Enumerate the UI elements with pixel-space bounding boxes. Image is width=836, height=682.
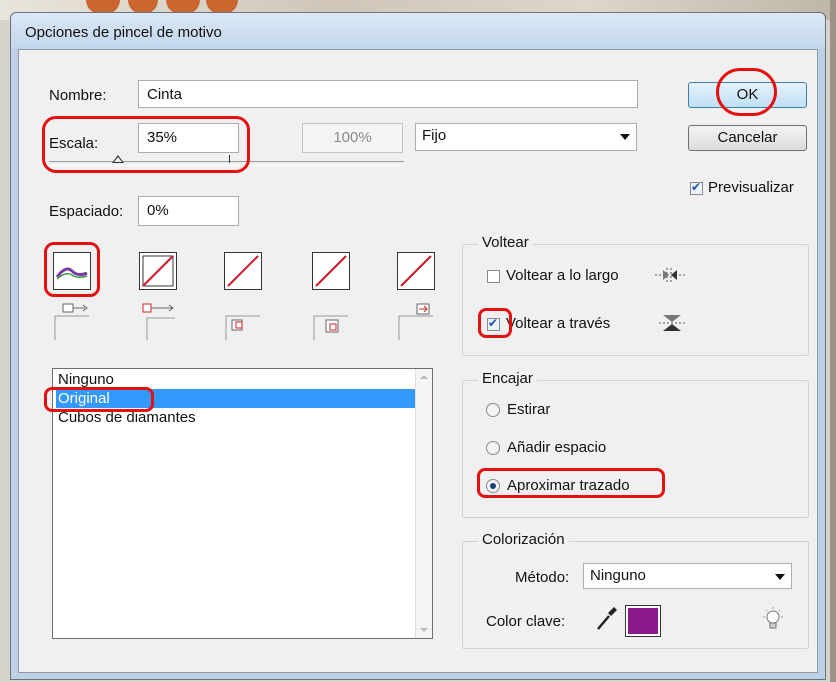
no-tile-icon [227, 255, 259, 287]
dialog-title: Opciones de pincel de motivo [25, 24, 222, 41]
scale-max-input: 100% [302, 123, 403, 153]
chevron-down-icon [620, 134, 630, 140]
no-tile-icon [142, 255, 174, 287]
scroll-down-icon[interactable] [420, 628, 428, 632]
fit-legend: Encajar [478, 370, 537, 387]
preview-label: Previsualizar [708, 179, 794, 196]
fit-add-space-radio[interactable] [486, 441, 500, 455]
ok-button-label: OK [736, 86, 759, 103]
flip-legend: Voltear [478, 234, 533, 251]
lightbulb-icon[interactable] [761, 607, 785, 635]
fit-approximate-radio[interactable] [486, 479, 500, 493]
pattern-brush-options-dialog: Opciones de pincel de motivo Nombre: Cin… [10, 12, 826, 680]
scale-slider-thumb-inner [114, 157, 122, 162]
tile-end[interactable] [397, 252, 435, 290]
colorization-legend: Colorización [478, 531, 569, 548]
scale-mode-value: Fijo [422, 127, 447, 144]
outer-corner-diagram-icon [142, 303, 175, 340]
side-tile-diagram-icon [54, 303, 89, 340]
inner-corner-diagram-icon [225, 315, 260, 340]
fit-add-space-label: Añadir espacio [507, 439, 607, 456]
eyedropper-icon[interactable] [595, 604, 619, 632]
list-item[interactable]: Cubos de diamantes [56, 408, 196, 427]
name-input-value: Cinta [147, 86, 183, 103]
flip-group [462, 244, 809, 356]
key-color-fill [628, 608, 658, 634]
no-tile-icon [400, 255, 432, 287]
method-select[interactable]: Ninguno [583, 563, 792, 589]
start-tile-diagram-icon [313, 315, 348, 340]
scale-label: Escala: [49, 135, 99, 152]
flip-along-checkbox[interactable] [487, 270, 500, 283]
end-tile-diagram-icon [398, 303, 433, 340]
preview-checkbox[interactable] [690, 180, 703, 195]
scale-max-value: 100% [333, 129, 372, 146]
tile-start[interactable] [312, 252, 350, 290]
ok-button[interactable]: OK [688, 82, 807, 108]
list-item[interactable]: Ninguno [56, 370, 114, 389]
fit-stretch-label: Estirar [507, 401, 551, 418]
scale-mode-select[interactable]: Fijo [415, 123, 637, 151]
scale-slider-max-tick [229, 155, 230, 163]
flip-across-checkbox[interactable] [487, 316, 500, 331]
dialog-body: Nombre: Cinta OK Cancelar Escala: 35% 10… [18, 49, 818, 673]
spacing-label: Espaciado: [49, 203, 124, 220]
ribbon-tile-icon [55, 267, 88, 280]
method-label: Método: [515, 569, 570, 586]
cancel-button[interactable]: Cancelar [688, 125, 807, 151]
fit-approximate-label: Aproximar trazado [507, 477, 630, 494]
flip-along-icon [655, 268, 685, 282]
background-window-edge [830, 0, 836, 682]
tile-outer-corner[interactable] [139, 252, 177, 290]
name-label: Nombre: [49, 87, 107, 104]
flip-along-label: Voltear a lo largo [506, 267, 619, 284]
list-scrollbar[interactable] [415, 369, 432, 638]
name-input[interactable]: Cinta [138, 80, 638, 108]
spacing-input-value: 0% [147, 202, 169, 219]
tile-list[interactable]: Ninguno Original Cubos de diamantes [52, 368, 433, 639]
tile-side[interactable] [53, 252, 91, 290]
title-bar[interactable]: Opciones de pincel de motivo [11, 13, 825, 49]
flip-across-label: Voltear a través [506, 315, 611, 332]
scale-input-value: 35% [147, 129, 178, 146]
key-color-label: Color clave: [486, 613, 566, 630]
method-value: Ninguno [590, 567, 646, 584]
flip-across-icon [659, 315, 685, 331]
scroll-up-icon[interactable] [420, 375, 428, 379]
scale-input[interactable]: 35% [138, 123, 239, 153]
spacing-input[interactable]: 0% [138, 196, 239, 226]
scale-slider-track[interactable] [49, 161, 404, 166]
no-tile-icon [315, 255, 347, 287]
cancel-button-label: Cancelar [717, 129, 778, 146]
chevron-down-icon [775, 574, 785, 580]
key-color-swatch[interactable] [625, 605, 661, 637]
list-item-selected[interactable]: Original [56, 389, 420, 408]
tile-inner-corner[interactable] [224, 252, 262, 290]
fit-stretch-radio[interactable] [486, 403, 500, 417]
